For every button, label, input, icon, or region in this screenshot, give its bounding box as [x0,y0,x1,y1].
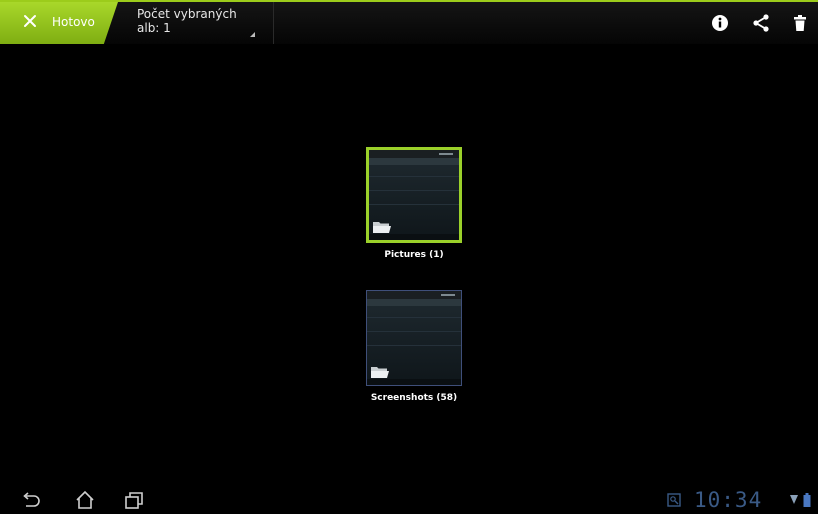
album-screenshots[interactable]: Screenshots (58) [366,290,462,403]
wifi-signal-icon [790,495,798,504]
battery-icon [803,493,811,507]
album-pictures[interactable]: Pictures (1) [366,147,462,260]
home-icon[interactable] [74,490,96,510]
selection-count-value: alb: 1 [137,21,171,35]
delete-icon[interactable] [791,14,809,32]
folder-icon [371,367,389,378]
album-label: Screenshots (58) [370,393,458,403]
done-label: Hotovo [52,15,95,29]
selection-count-dropdown[interactable]: Počet vybraných alb: 1 [128,2,274,44]
close-icon [24,15,36,27]
dropdown-caret-icon [250,32,255,37]
back-icon[interactable] [20,490,42,510]
album-label: Pictures (1) [384,250,444,260]
info-icon[interactable] [711,14,729,32]
action-bar: Hotovo Počet vybraných alb: 1 [0,0,818,44]
clock: 10:34 [694,488,763,512]
album-thumbnail [366,147,462,243]
share-icon[interactable] [752,14,770,32]
album-thumbnail [366,290,462,386]
gallery-notification-icon [667,493,681,507]
screen: Hotovo Počet vybraných alb: 1 Pictures (… [0,0,818,514]
done-button[interactable]: Hotovo [0,2,118,44]
recent-apps-icon[interactable] [123,490,145,510]
selection-count-label: Počet vybraných [137,7,237,21]
navigation-bar: 10:34 [0,486,818,514]
folder-icon [373,222,391,233]
